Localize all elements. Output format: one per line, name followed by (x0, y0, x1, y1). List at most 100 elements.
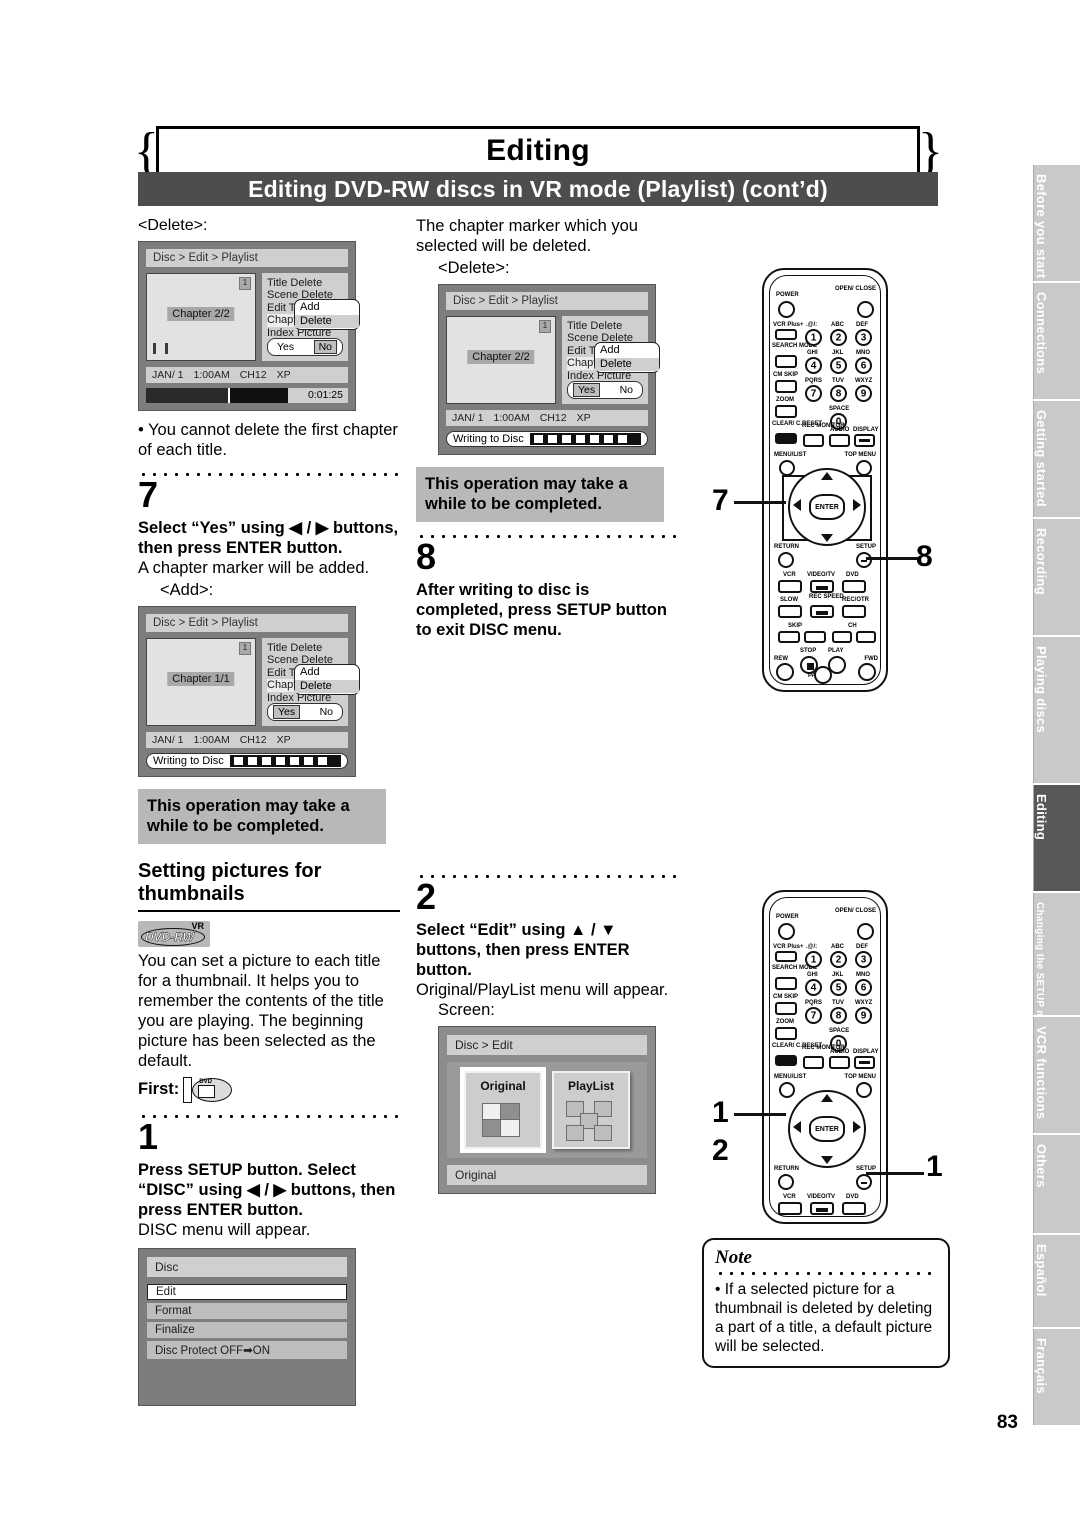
power-label: POWER (776, 292, 799, 298)
display-button[interactable] (854, 1056, 875, 1069)
key-6[interactable]: 6 (855, 979, 872, 996)
key-1[interactable]: 1 (805, 329, 822, 346)
zoom-label: ZOOM (776, 1019, 794, 1025)
dpad-up-icon[interactable] (821, 1094, 833, 1102)
dvd-button[interactable] (842, 1202, 866, 1215)
rec-speed-button[interactable] (810, 605, 834, 618)
dpad-up-icon[interactable] (821, 472, 833, 480)
return-button[interactable] (778, 1174, 794, 1190)
sidebar-item-recording[interactable]: Recording (1033, 519, 1080, 635)
menu-list-button[interactable] (779, 1082, 795, 1098)
sidebar-item-changing-setup-menu[interactable]: Changing the SETUP menu (1033, 893, 1080, 1038)
sidebar-item-espanol[interactable]: Español (1033, 1235, 1080, 1327)
clear-reset-button[interactable] (775, 1055, 797, 1066)
rec-otr-button[interactable] (842, 605, 866, 618)
key-2[interactable]: 2 (830, 951, 847, 968)
enter-button[interactable]: ENTER (809, 494, 845, 520)
cm-skip-button[interactable] (775, 1002, 797, 1015)
sidebar-item-editing[interactable]: Editing (1033, 785, 1080, 891)
dvd-label: DVD (846, 1194, 859, 1200)
search-mode-button[interactable] (775, 355, 797, 368)
dvd-label: DVD (846, 572, 859, 578)
key-6[interactable]: 6 (855, 357, 872, 374)
open-close-button[interactable] (857, 301, 874, 318)
osd-chapter-label: Chapter 2/2 (167, 306, 235, 321)
dvd-button[interactable] (842, 580, 866, 593)
key-8[interactable]: 8 (830, 1007, 847, 1024)
search-mode-button[interactable] (775, 977, 797, 990)
key-3[interactable]: 3 (855, 329, 872, 346)
setup-button[interactable] (856, 552, 872, 568)
key-3[interactable]: 3 (855, 951, 872, 968)
slow-button[interactable] (778, 605, 802, 618)
key-9[interactable]: 9 (855, 385, 872, 402)
dpad-left-icon[interactable] (793, 1121, 801, 1133)
rec-monitor-button[interactable] (803, 434, 824, 447)
skip-back-button[interactable] (778, 631, 800, 643)
zoom-button[interactable] (775, 405, 797, 418)
key-5[interactable]: 5 (830, 979, 847, 996)
dpad-right-icon[interactable] (853, 499, 861, 511)
middle-column: The chapter marker which you selected wi… (416, 216, 678, 1194)
video-tv-button[interactable] (810, 1202, 834, 1215)
dpad-down-icon[interactable] (821, 1156, 833, 1164)
sidebar-item-francais[interactable]: Français (1033, 1329, 1080, 1425)
dpad[interactable]: ENTER (788, 468, 866, 546)
osd-popup-menu: Add Delete (594, 342, 660, 373)
zoom-label: ZOOM (776, 397, 794, 403)
key-7[interactable]: 7 (805, 385, 822, 402)
cm-skip-button[interactable] (775, 380, 797, 393)
key-5[interactable]: 5 (830, 357, 847, 374)
vcr-plus-button[interactable] (775, 951, 797, 962)
osd-no: No (313, 340, 337, 354)
open-close-button[interactable] (857, 923, 874, 940)
sidebar-item-getting-started[interactable]: Getting started (1033, 401, 1080, 517)
mid-intro: The chapter marker which you selected wi… (416, 217, 638, 255)
sidebar-item-playing-discs[interactable]: Playing discs (1033, 637, 1080, 783)
audio-button[interactable] (829, 1056, 850, 1069)
clear-reset-button[interactable] (775, 433, 797, 444)
dpad-down-icon[interactable] (821, 534, 833, 542)
zoom-button[interactable] (775, 1027, 797, 1040)
left-add-label: <Add>: (160, 581, 214, 599)
video-tv-button[interactable] (810, 580, 834, 593)
forward-button[interactable] (858, 663, 876, 681)
osd-mode: XP (276, 734, 291, 746)
power-button[interactable] (778, 301, 795, 318)
key-8[interactable]: 8 (830, 385, 847, 402)
sidebar-item-before-you-start[interactable]: Before you start (1033, 165, 1080, 281)
key-2[interactable]: 2 (830, 329, 847, 346)
ch-up-button[interactable] (856, 631, 876, 643)
key-1[interactable]: 1 (805, 951, 822, 968)
menu-list-button[interactable] (779, 460, 795, 476)
sidebar-item-vcr-functions[interactable]: VCR functions (1033, 1017, 1080, 1133)
dpad-right-icon[interactable] (853, 1121, 861, 1133)
vcr-button[interactable] (778, 580, 802, 593)
vcr-button[interactable] (778, 1202, 802, 1215)
osd-screen-original-playlist: Disc > Edit Original PlayList Original (438, 1026, 656, 1194)
key-7[interactable]: 7 (805, 1007, 822, 1024)
power-button[interactable] (778, 923, 795, 940)
audio-button[interactable] (829, 434, 850, 447)
skip-forward-button[interactable] (804, 631, 826, 643)
vcr-plus-button[interactable] (775, 329, 797, 340)
sidebar-item-connections[interactable]: Connections (1033, 283, 1080, 399)
pause-button[interactable] (814, 666, 832, 684)
sidebar-item-others[interactable]: Others (1033, 1135, 1080, 1233)
return-button[interactable] (778, 552, 794, 568)
key-9[interactable]: 9 (855, 1007, 872, 1024)
dpad-left-icon[interactable] (793, 499, 801, 511)
play-label: PLAY (828, 648, 844, 654)
key-4[interactable]: 4 (805, 357, 822, 374)
enter-button[interactable]: ENTER (809, 1116, 845, 1142)
dpad[interactable]: ENTER (788, 1090, 866, 1168)
setup-button[interactable] (856, 1174, 872, 1190)
key-4[interactable]: 4 (805, 979, 822, 996)
rec-monitor-button[interactable] (803, 1056, 824, 1069)
display-button[interactable] (854, 434, 875, 447)
osd-popup-add: Add (600, 344, 620, 356)
ch-down-button[interactable] (832, 631, 852, 643)
top-menu-button[interactable] (856, 460, 872, 476)
top-menu-button[interactable] (856, 1082, 872, 1098)
rewind-button[interactable] (776, 663, 794, 681)
